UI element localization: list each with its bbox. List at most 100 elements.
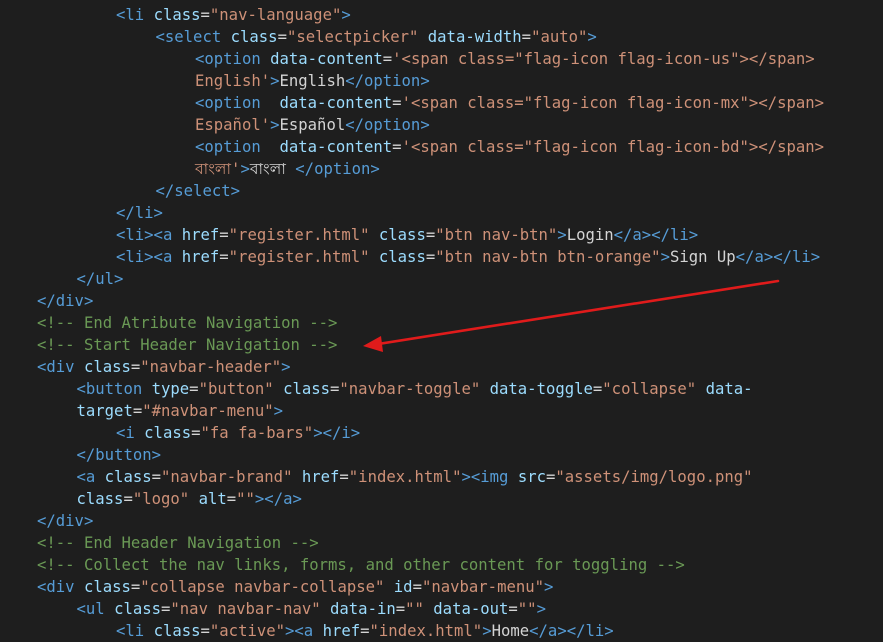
code-token-attr: id: [393, 578, 413, 596]
code-token-txt: =: [219, 248, 229, 266]
code-token-str: Español': [195, 116, 271, 134]
code-line[interactable]: target="#navbar-menu">: [77, 400, 284, 422]
arrow-shaft: [376, 279, 780, 346]
code-editor[interactable]: <li class="nav-language"> <select class="…: [0, 0, 883, 640]
code-token-tag: <li: [116, 622, 154, 640]
code-token-txt: =: [382, 50, 393, 68]
code-token-cmt: <!-- Start Header Navigation -->: [37, 336, 338, 354]
code-token-attr: class: [76, 490, 124, 508]
code-token-cmt: <!-- End Header Navigation -->: [37, 534, 319, 552]
code-token-tag: ></i>: [313, 424, 361, 442]
code-token-txt: =: [226, 490, 237, 508]
code-line[interactable]: <option data-content='<span class="flag-…: [195, 48, 815, 70]
code-token-tag: >: [281, 358, 291, 376]
code-token-tag: <div: [37, 578, 84, 596]
code-token-str: "selectpicker": [286, 28, 419, 46]
code-line[interactable]: <button type="button" class="navbar-togg…: [77, 378, 753, 400]
code-token-tag: >: [587, 28, 597, 46]
code-token-txt: =: [412, 578, 422, 596]
code-token-attr: class: [283, 380, 331, 398]
code-token-attr: target: [76, 402, 133, 420]
code-token-txt: =: [219, 226, 229, 244]
code-token-tag: ><img: [461, 468, 518, 486]
code-token-str: "register.html": [228, 226, 370, 244]
code-token-txt: =: [132, 402, 143, 420]
code-token-txt: =: [161, 600, 171, 618]
code-line[interactable]: <!-- Collect the nav links, forms, and o…: [37, 554, 685, 576]
code-token-str: "navbar-brand": [161, 468, 293, 486]
code-token-txt: =: [425, 226, 436, 244]
code-token-attr: href: [181, 226, 220, 244]
code-line[interactable]: <!-- End Header Navigation -->: [37, 532, 319, 554]
code-token-txt: =: [277, 28, 287, 46]
code-line[interactable]: <option data-content='<span class="flag-…: [195, 92, 824, 114]
code-line[interactable]: </div>: [37, 510, 93, 532]
code-token-txt: =: [545, 468, 556, 486]
code-token-tag: <a: [76, 468, 105, 486]
code-token-attr: data-content: [279, 94, 393, 112]
code-token-tag: </a></li>: [529, 622, 614, 640]
code-token-str: "register.html": [228, 248, 370, 266]
code-token-tag: <select: [155, 28, 231, 46]
code-token-txt: =: [339, 468, 349, 486]
code-line[interactable]: বাংলা'>বাংলা </option>: [195, 158, 380, 180]
code-line[interactable]: <!-- End Atribute Navigation -->: [37, 312, 337, 334]
code-line[interactable]: </div>: [37, 290, 93, 312]
code-token-txt: =: [360, 622, 370, 640]
code-line[interactable]: <option data-content='<span class="flag-…: [195, 136, 824, 158]
code-token-attr: data-width: [427, 28, 522, 46]
code-line[interactable]: <a class="navbar-brand" href="index.html…: [77, 466, 753, 488]
code-line[interactable]: Español'>Español</option>: [195, 114, 430, 136]
code-line[interactable]: <li><a href="register.html" class="btn n…: [116, 246, 820, 268]
code-token-tag: <option: [195, 94, 271, 112]
code-token-txt: English: [279, 72, 346, 90]
code-line[interactable]: <i class="fa fa-bars"></i>: [116, 422, 360, 444]
code-line[interactable]: <select class="selectpicker" data-width=…: [156, 26, 597, 48]
code-line[interactable]: English'>English</option>: [195, 70, 430, 92]
code-token-str: "nav-language": [209, 6, 342, 24]
code-line[interactable]: <li class="nav-language">: [116, 4, 351, 26]
code-line[interactable]: </li>: [116, 202, 163, 224]
code-line[interactable]: <ul class="nav navbar-nav" data-in="" da…: [77, 598, 546, 620]
code-token-str: "": [236, 490, 255, 508]
code-line[interactable]: class="logo" alt=""></a>: [77, 488, 302, 510]
code-line[interactable]: <div class="collapse navbar-collapse" id…: [37, 576, 553, 598]
code-token-attr: data-out: [433, 600, 509, 618]
code-line[interactable]: </select>: [156, 180, 241, 202]
code-token-str: "auto": [531, 28, 588, 46]
code-token-txt: =: [130, 578, 141, 596]
code-token-tag: </button>: [76, 446, 162, 464]
code-token-attr: type: [151, 380, 190, 398]
code-token-str: "index.html": [369, 622, 483, 640]
code-line[interactable]: </button>: [77, 444, 162, 466]
code-token-txt: =: [151, 468, 162, 486]
code-token-attr: alt: [198, 490, 227, 508]
code-token-txt: =: [189, 380, 199, 398]
code-token-attr: href: [181, 248, 220, 266]
code-token-attr: class: [378, 248, 426, 266]
code-token-txt: =: [191, 424, 201, 442]
code-line[interactable]: </ul>: [77, 268, 124, 290]
code-token-tag: </option>: [345, 116, 430, 134]
code-line[interactable]: <!-- Start Header Navigation -->: [37, 334, 337, 356]
code-token-str: "logo": [132, 490, 190, 508]
code-token-tag: </div>: [37, 512, 94, 530]
code-token-attr: href: [301, 468, 340, 486]
code-line[interactable]: <div class="navbar-header">: [37, 356, 291, 378]
arrow-head: [363, 336, 383, 352]
code-token-attr: class: [378, 226, 426, 244]
code-token-tag: >: [557, 226, 567, 244]
code-token-str: '<span class="flag-icon flag-icon-bd"></…: [401, 138, 825, 156]
code-line[interactable]: <li><a href="register.html" class="btn n…: [116, 224, 698, 246]
code-token-tag: ><a: [285, 622, 323, 640]
code-token-str: '<span class="flag-icon flag-icon-us"></…: [392, 50, 815, 68]
code-token-tag: <li: [116, 6, 154, 24]
code-token-attr: href: [322, 622, 361, 640]
code-token-txt: =: [521, 28, 532, 46]
